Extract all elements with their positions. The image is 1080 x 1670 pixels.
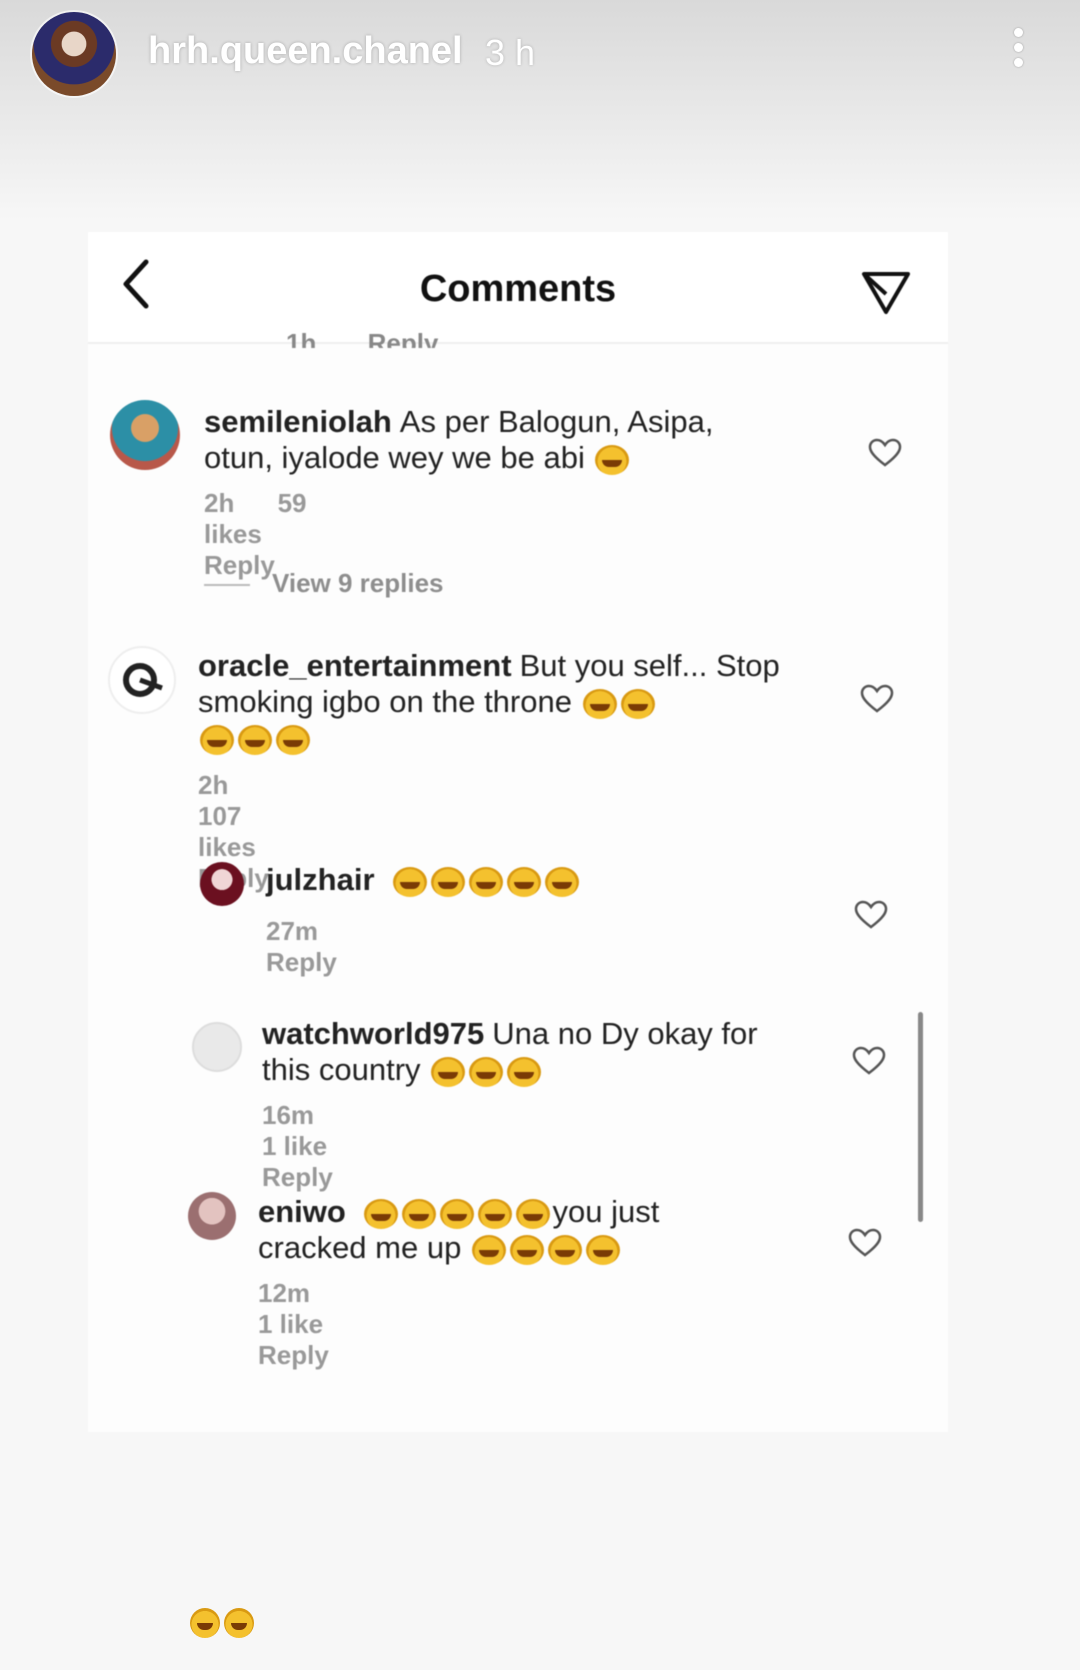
heart-icon[interactable] bbox=[868, 438, 902, 468]
comment-meta: 16m 1 like Reply bbox=[262, 1100, 369, 1193]
story-timestamp: 3 h bbox=[485, 32, 536, 73]
reply-link[interactable]: Reply bbox=[258, 1340, 329, 1370]
comment-time: 1h bbox=[286, 328, 317, 348]
comment-meta: 27m Reply bbox=[266, 916, 373, 978]
heart-icon[interactable] bbox=[848, 1228, 882, 1258]
heart-icon[interactable] bbox=[860, 684, 894, 714]
comment-time: 12m bbox=[258, 1278, 311, 1308]
more-options-icon[interactable] bbox=[1006, 28, 1030, 74]
comment-likes[interactable]: 107 likes bbox=[198, 801, 256, 862]
comment-time: 2h bbox=[204, 488, 235, 518]
reply-link[interactable]: Reply bbox=[266, 947, 337, 977]
partial-comment-meta: 1h Reply bbox=[286, 328, 482, 348]
comment-likes[interactable]: 1 like bbox=[262, 1131, 327, 1161]
comments-nav-bar: Comments 1h Reply bbox=[88, 232, 948, 348]
story-username[interactable]: hrh.queen.chanel bbox=[148, 30, 463, 73]
laughing-emoji bbox=[364, 1198, 399, 1229]
story-emoji-sticker bbox=[188, 1608, 256, 1638]
comments-screenshot: Comments 1h Reply semileniolah As per Bal… bbox=[88, 232, 948, 1432]
flushed-emoji bbox=[190, 1608, 220, 1638]
story-header: hrh.queen.chanel 3 h bbox=[0, 0, 1080, 110]
comment-username[interactable]: oracle_entertainment bbox=[198, 648, 512, 683]
comment-text: eniwo you just cracked me up bbox=[258, 1194, 718, 1266]
comment-time: 16m bbox=[262, 1100, 315, 1130]
comment-text: oracle_entertainment But you self... Stop… bbox=[198, 648, 798, 756]
heart-icon[interactable] bbox=[852, 1046, 886, 1076]
page-title: Comments bbox=[419, 268, 617, 310]
laughing-emoji bbox=[200, 724, 234, 755]
scrollbar[interactable] bbox=[918, 1012, 923, 1222]
comment-text: semileniolah As per Balogun, Asipa, otun,… bbox=[204, 404, 764, 476]
avatar[interactable] bbox=[188, 1192, 236, 1240]
comment-text: julzhair bbox=[266, 862, 766, 898]
avatar[interactable] bbox=[108, 646, 176, 714]
reply-link[interactable]: Reply bbox=[368, 328, 439, 348]
comment-username[interactable]: julzhair bbox=[266, 862, 375, 897]
comment-username[interactable]: eniwo bbox=[258, 1194, 346, 1229]
heart-icon[interactable] bbox=[854, 900, 888, 930]
avatar[interactable] bbox=[110, 400, 180, 470]
worried-emoji bbox=[224, 1608, 254, 1638]
avatar[interactable] bbox=[200, 862, 244, 906]
laughing-emoji bbox=[431, 1056, 466, 1087]
comment-text: watchworld975 Una no Dy okay for this cou… bbox=[262, 1016, 782, 1088]
reply-link[interactable]: Reply bbox=[262, 1162, 333, 1192]
avatar[interactable] bbox=[192, 1022, 242, 1072]
send-icon[interactable] bbox=[858, 264, 914, 320]
comment-meta: 12m 1 like Reply bbox=[258, 1278, 365, 1371]
smirk-emoji bbox=[595, 444, 630, 475]
laughing-emoji bbox=[393, 866, 428, 897]
story-avatar[interactable] bbox=[32, 12, 116, 96]
view-replies-link[interactable]: View 9 replies bbox=[204, 568, 444, 599]
comment-likes[interactable]: 1 like bbox=[258, 1309, 323, 1339]
comment-username[interactable]: semileniolah bbox=[204, 404, 392, 439]
comment-time: 27m bbox=[266, 916, 319, 946]
comment-time: 2h bbox=[198, 770, 229, 800]
comment-username[interactable]: watchworld975 bbox=[262, 1016, 484, 1051]
